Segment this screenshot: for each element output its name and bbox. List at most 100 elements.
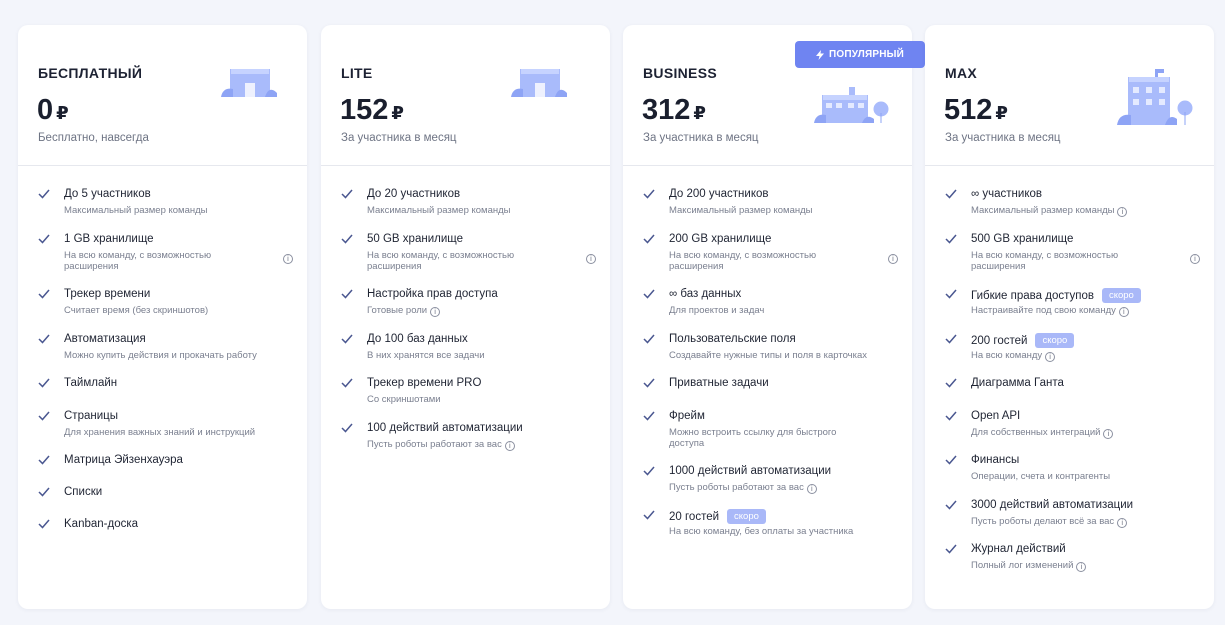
plan-name: БЕСПЛАТНЫЙ: [38, 65, 143, 81]
plan-price: 0 ₽: [37, 94, 69, 127]
check-icon: [38, 487, 50, 497]
feature-title: Приватные задачи: [669, 377, 769, 389]
info-icon[interactable]: i: [1117, 207, 1128, 217]
check-icon: [38, 411, 50, 421]
info-icon[interactable]: i: [806, 484, 817, 494]
feature-title: 100 действий автоматизации: [367, 422, 523, 434]
check-icon: [341, 189, 353, 199]
info-icon[interactable]: i: [888, 254, 898, 264]
price-value: 512: [944, 94, 993, 126]
feature-subtitle: На всю команду, с возможностью расширени…: [669, 250, 817, 272]
check-icon: [643, 289, 655, 299]
info-icon[interactable]: i: [1117, 518, 1128, 528]
currency-symbol: ₽: [693, 103, 706, 123]
info-icon[interactable]: i: [1190, 254, 1200, 264]
feature-title: 200 гостей скоро: [971, 333, 1075, 348]
tall-building-illustration: [1117, 69, 1193, 125]
feature-title: Пользовательские поля: [669, 333, 796, 345]
check-icon: [341, 234, 353, 244]
feature-title: Гибкие права доступов скоро: [971, 288, 1141, 303]
info-icon[interactable]: i: [1118, 307, 1129, 317]
feature-subtitle: Максимальный размер команды: [64, 205, 208, 216]
price-subtitle: За участника в месяц: [341, 132, 457, 144]
feature-subtitle-text: Пусть роботы работают за вас: [367, 439, 502, 450]
feature-title: Журнал действий: [971, 543, 1066, 555]
feature-title: До 100 баз данных: [367, 333, 468, 345]
feature-subtitle: На всю команду, с возможностью расширени…: [64, 250, 212, 272]
feature-subtitle: На всю команду, с возможностью расширени…: [367, 250, 515, 272]
plan-price: 312 ₽: [642, 94, 706, 127]
feature-title: Автоматизация: [64, 333, 146, 345]
currency-symbol: ₽: [391, 103, 404, 123]
info-icon[interactable]: i: [430, 307, 441, 317]
feature-title-text: 200 гостей: [971, 334, 1028, 347]
check-icon: [341, 334, 353, 344]
plan-card-lite[interactable]: LITE 152 ₽ За участника в месяц До 20 уча…: [321, 25, 610, 609]
feature-subtitle: Полный лог изменений i: [971, 560, 1087, 572]
info-icon[interactable]: i: [1076, 562, 1087, 572]
plan-header: LITE 152 ₽ За участника в месяц: [321, 25, 610, 166]
soon-badge: скоро: [727, 509, 766, 524]
feature-subtitle-text: Готовые роли: [367, 305, 428, 316]
check-icon: [945, 378, 957, 388]
info-icon[interactable]: i: [1103, 429, 1114, 439]
check-icon: [38, 189, 50, 199]
popular-badge: ПОПУЛЯРНЫЙ: [795, 41, 925, 68]
plan-name: MAX: [945, 65, 978, 81]
check-icon: [643, 466, 655, 476]
plan-price: 512 ₽: [944, 94, 1008, 127]
soon-badge: скоро: [1101, 288, 1141, 303]
feature-title: 1000 действий автоматизации: [669, 465, 832, 477]
feature-subtitle: Со скриншотами: [367, 394, 441, 405]
feature-title: Диаграмма Ганта: [971, 377, 1064, 389]
feature-title: Настройка прав доступа: [367, 288, 498, 300]
feature-title: Трекер времени: [64, 288, 151, 300]
check-icon: [643, 234, 655, 244]
price-value: 0: [37, 94, 54, 126]
info-icon[interactable]: i: [283, 254, 293, 264]
feature-title: Страницы: [64, 410, 118, 422]
feature-title: 20 гостей скоро: [669, 509, 766, 524]
check-icon: [38, 378, 50, 388]
feature-subtitle: Для собственных интеграций i: [971, 427, 1114, 439]
feature-title: Kanban-доска: [64, 518, 139, 530]
feature-subtitle: В них хранятся все задачи: [367, 350, 485, 361]
feature-title: 50 GB хранилище: [367, 233, 463, 245]
feature-subtitle: Считает время (без скриншотов): [64, 305, 209, 316]
feature-subtitle-text: На всю команду: [971, 350, 1043, 361]
plan-card-max[interactable]: MAX 512 ₽ За участника в месяц ∞ участник…: [925, 25, 1214, 609]
info-icon[interactable]: i: [586, 254, 596, 264]
popular-badge-label: ПОПУЛЯРНЫЙ: [828, 49, 905, 60]
small-house-illustration: [511, 69, 567, 97]
feature-title-text: Гибкие права доступов: [971, 289, 1094, 302]
info-icon[interactable]: i: [504, 441, 515, 451]
feature-subtitle: Можно купить действия и прокачать работу: [64, 350, 257, 361]
currency-symbol: ₽: [995, 103, 1008, 123]
plan-name: BUSINESS: [643, 65, 717, 81]
check-icon: [38, 234, 50, 244]
feature-subtitle: На всю команду i: [971, 350, 1056, 362]
check-icon: [945, 544, 957, 554]
feature-title: 500 GB хранилище: [971, 233, 1074, 245]
feature-subtitle-text: Полный лог изменений: [971, 560, 1074, 571]
info-icon[interactable]: i: [1045, 352, 1056, 362]
plan-card-business[interactable]: ПОПУЛЯРНЫЙ BUSINESS 312 ₽ За участника в …: [623, 25, 925, 609]
check-icon: [945, 334, 957, 344]
price-subtitle: За участника в месяц: [945, 132, 1061, 144]
check-icon: [945, 455, 957, 465]
price-subtitle: Бесплатно, навсегда: [38, 132, 149, 144]
check-icon: [643, 189, 655, 199]
office-building-illustration: [814, 87, 889, 123]
check-icon: [643, 411, 655, 421]
check-icon: [38, 334, 50, 344]
feature-subtitle-text: Пусть роботы делают всё за вас: [971, 516, 1115, 527]
plan-header: БЕСПЛАТНЫЙ 0 ₽ Бесплатно, навсегда: [18, 25, 307, 166]
feature-title-text: 20 гостей: [669, 510, 720, 523]
lightning-icon: [815, 49, 824, 60]
feature-subtitle: Пусть роботы делают всё за вас i: [971, 516, 1128, 528]
feature-subtitle: Создавайте нужные типы и поля в карточка…: [669, 350, 868, 361]
plan-card-free[interactable]: БЕСПЛАТНЫЙ 0 ₽ Бесплатно, навсегда До 5 у…: [18, 25, 307, 609]
feature-title: До 200 участников: [669, 188, 769, 200]
currency-symbol: ₽: [56, 103, 69, 123]
feature-subtitle: Можно встроить ссылку для быстрого досту…: [669, 427, 837, 449]
